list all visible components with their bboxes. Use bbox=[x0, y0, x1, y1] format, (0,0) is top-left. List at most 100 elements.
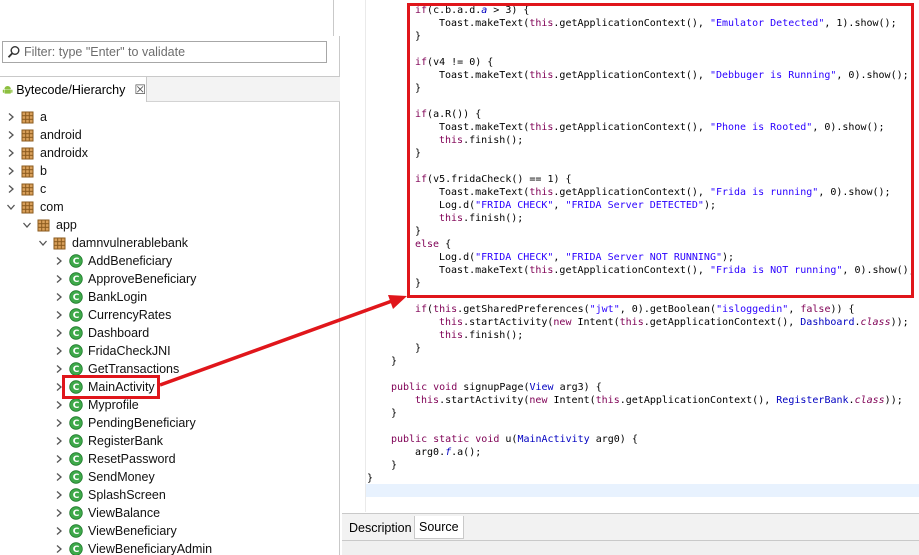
tree-item-label: BankLogin bbox=[88, 290, 148, 304]
chevron-right-icon[interactable] bbox=[54, 346, 64, 356]
tree-item-label: ViewBeneficiaryAdmin bbox=[88, 542, 213, 555]
tree-item-label: c bbox=[40, 182, 47, 196]
chevron-right-icon[interactable] bbox=[54, 490, 64, 500]
class-icon: C bbox=[69, 470, 83, 484]
project-explorer-panel: Bytecode/Hierarchy ☒ a android androidx bcc… bbox=[0, 0, 340, 555]
tree-item-class[interactable]: C ViewBeneficiary bbox=[54, 522, 177, 540]
chevron-down-icon[interactable] bbox=[38, 238, 48, 248]
editor-gutter bbox=[342, 0, 366, 512]
tree-item-label: Dashboard bbox=[88, 326, 150, 340]
view-tab-strip: Bytecode/Hierarchy ☒ bbox=[0, 76, 340, 102]
tree-item-package[interactable]: android bbox=[6, 126, 82, 144]
tree-item-label: com bbox=[40, 200, 64, 214]
svg-text:C: C bbox=[73, 401, 80, 411]
tree-item-class[interactable]: C ViewBeneficiaryAdmin bbox=[54, 540, 212, 555]
svg-text:C: C bbox=[73, 257, 80, 267]
tree-item-label: GetTransactions bbox=[88, 362, 180, 376]
tree-item-class[interactable]: C PendingBeneficiary bbox=[54, 414, 196, 432]
tree-item-class[interactable]: C Dashboard bbox=[54, 324, 149, 342]
chevron-right-icon[interactable] bbox=[54, 256, 64, 266]
chevron-right-icon[interactable] bbox=[54, 274, 64, 284]
chevron-right-icon[interactable] bbox=[54, 310, 64, 320]
code-line: arg0.f.a(); bbox=[415, 447, 482, 458]
class-icon: C bbox=[69, 488, 83, 502]
code-line: } bbox=[391, 460, 398, 471]
code-line: this.finish(); bbox=[439, 330, 524, 341]
tree-item-class[interactable]: C ApproveBeneficiary bbox=[54, 270, 196, 288]
tree-item-package[interactable]: damnvulnerablebank bbox=[38, 234, 188, 252]
chevron-right-icon[interactable] bbox=[54, 436, 64, 446]
tree-item-package[interactable]: app bbox=[22, 216, 77, 234]
svg-text:C: C bbox=[73, 527, 80, 537]
code-line: } bbox=[367, 473, 374, 484]
chevron-right-icon[interactable] bbox=[6, 166, 16, 176]
class-icon: C bbox=[69, 362, 83, 376]
chevron-right-icon[interactable] bbox=[54, 292, 64, 302]
chevron-right-icon[interactable] bbox=[54, 454, 64, 464]
code-line: this.startActivity(new Intent(this.getAp… bbox=[439, 317, 909, 328]
tab-bytecode-hierarchy[interactable]: Bytecode/Hierarchy ☒ bbox=[0, 77, 147, 102]
tree-item-class[interactable]: C RegisterBank bbox=[54, 432, 163, 450]
class-icon: C bbox=[69, 542, 83, 555]
tree-item-package[interactable]: com bbox=[6, 198, 64, 216]
tree-item-label: CurrencyRates bbox=[88, 308, 172, 322]
tree-item-label: PendingBeneficiary bbox=[88, 416, 196, 430]
chevron-right-icon[interactable] bbox=[6, 112, 16, 122]
code-line: } bbox=[391, 408, 398, 419]
class-icon: C bbox=[69, 524, 83, 538]
svg-text:C: C bbox=[73, 437, 80, 447]
tree-item-package[interactable]: a bbox=[6, 108, 47, 126]
tree-item-package[interactable]: b bbox=[6, 162, 47, 180]
filter-field[interactable] bbox=[2, 41, 327, 63]
chevron-right-icon[interactable] bbox=[6, 130, 16, 140]
tree-item-class[interactable]: C CurrencyRates bbox=[54, 306, 171, 324]
code-line: this.startActivity(new Intent(this.getAp… bbox=[415, 395, 903, 406]
chevron-down-icon[interactable] bbox=[6, 202, 16, 212]
class-icon: C bbox=[69, 506, 83, 520]
close-icon[interactable]: ☒ bbox=[134, 82, 146, 98]
tree-item-label: RegisterBank bbox=[88, 434, 164, 448]
chevron-right-icon[interactable] bbox=[6, 184, 16, 194]
package-icon bbox=[21, 201, 34, 213]
code-highlight-box bbox=[407, 3, 914, 298]
filter-input[interactable] bbox=[24, 45, 314, 59]
package-icon bbox=[37, 219, 50, 231]
tree-item-class[interactable]: C FridaCheckJNI bbox=[54, 342, 171, 360]
code-line: public static void u(MainActivity arg0) … bbox=[391, 434, 638, 445]
tree-item-package[interactable]: c bbox=[6, 180, 46, 198]
svg-text:C: C bbox=[73, 347, 80, 357]
svg-text:C: C bbox=[73, 311, 80, 321]
search-icon bbox=[7, 46, 20, 58]
selection-highlight-box bbox=[62, 375, 160, 399]
chevron-right-icon[interactable] bbox=[54, 328, 64, 338]
chevron-right-icon[interactable] bbox=[54, 472, 64, 482]
tree-item-class[interactable]: C ResetPassword bbox=[54, 450, 176, 468]
chevron-right-icon[interactable] bbox=[54, 508, 64, 518]
class-icon: C bbox=[69, 344, 83, 358]
chevron-right-icon[interactable] bbox=[54, 526, 64, 536]
current-line-highlight bbox=[366, 484, 919, 497]
chevron-down-icon[interactable] bbox=[22, 220, 32, 230]
tab-description[interactable]: Description bbox=[345, 516, 416, 539]
code-line: } bbox=[415, 343, 422, 354]
tree-item-class[interactable]: C SendMoney bbox=[54, 468, 155, 486]
code-line: public void signupPage(View arg3) { bbox=[391, 382, 602, 393]
tree-item-label: app bbox=[56, 218, 77, 232]
class-icon: C bbox=[69, 290, 83, 304]
tree-item-label: damnvulnerablebank bbox=[72, 236, 189, 250]
chevron-right-icon[interactable] bbox=[54, 364, 64, 374]
tree-item-package[interactable]: androidx bbox=[6, 144, 88, 162]
package-icon bbox=[21, 147, 34, 159]
tree-item-class[interactable]: C AddBeneficiary bbox=[54, 252, 172, 270]
package-icon bbox=[21, 129, 34, 141]
tree-item-class[interactable]: C ViewBalance bbox=[54, 504, 160, 522]
chevron-right-icon[interactable] bbox=[54, 544, 64, 554]
tab-source[interactable]: Source bbox=[414, 516, 464, 539]
svg-text:C: C bbox=[73, 365, 80, 375]
tree-item-label: ViewBeneficiary bbox=[88, 524, 177, 538]
tree-item-class[interactable]: C SplashScreen bbox=[54, 486, 166, 504]
chevron-right-icon[interactable] bbox=[54, 400, 64, 410]
tree-item-class[interactable]: C BankLogin bbox=[54, 288, 147, 306]
chevron-right-icon[interactable] bbox=[54, 418, 64, 428]
chevron-right-icon[interactable] bbox=[6, 148, 16, 158]
